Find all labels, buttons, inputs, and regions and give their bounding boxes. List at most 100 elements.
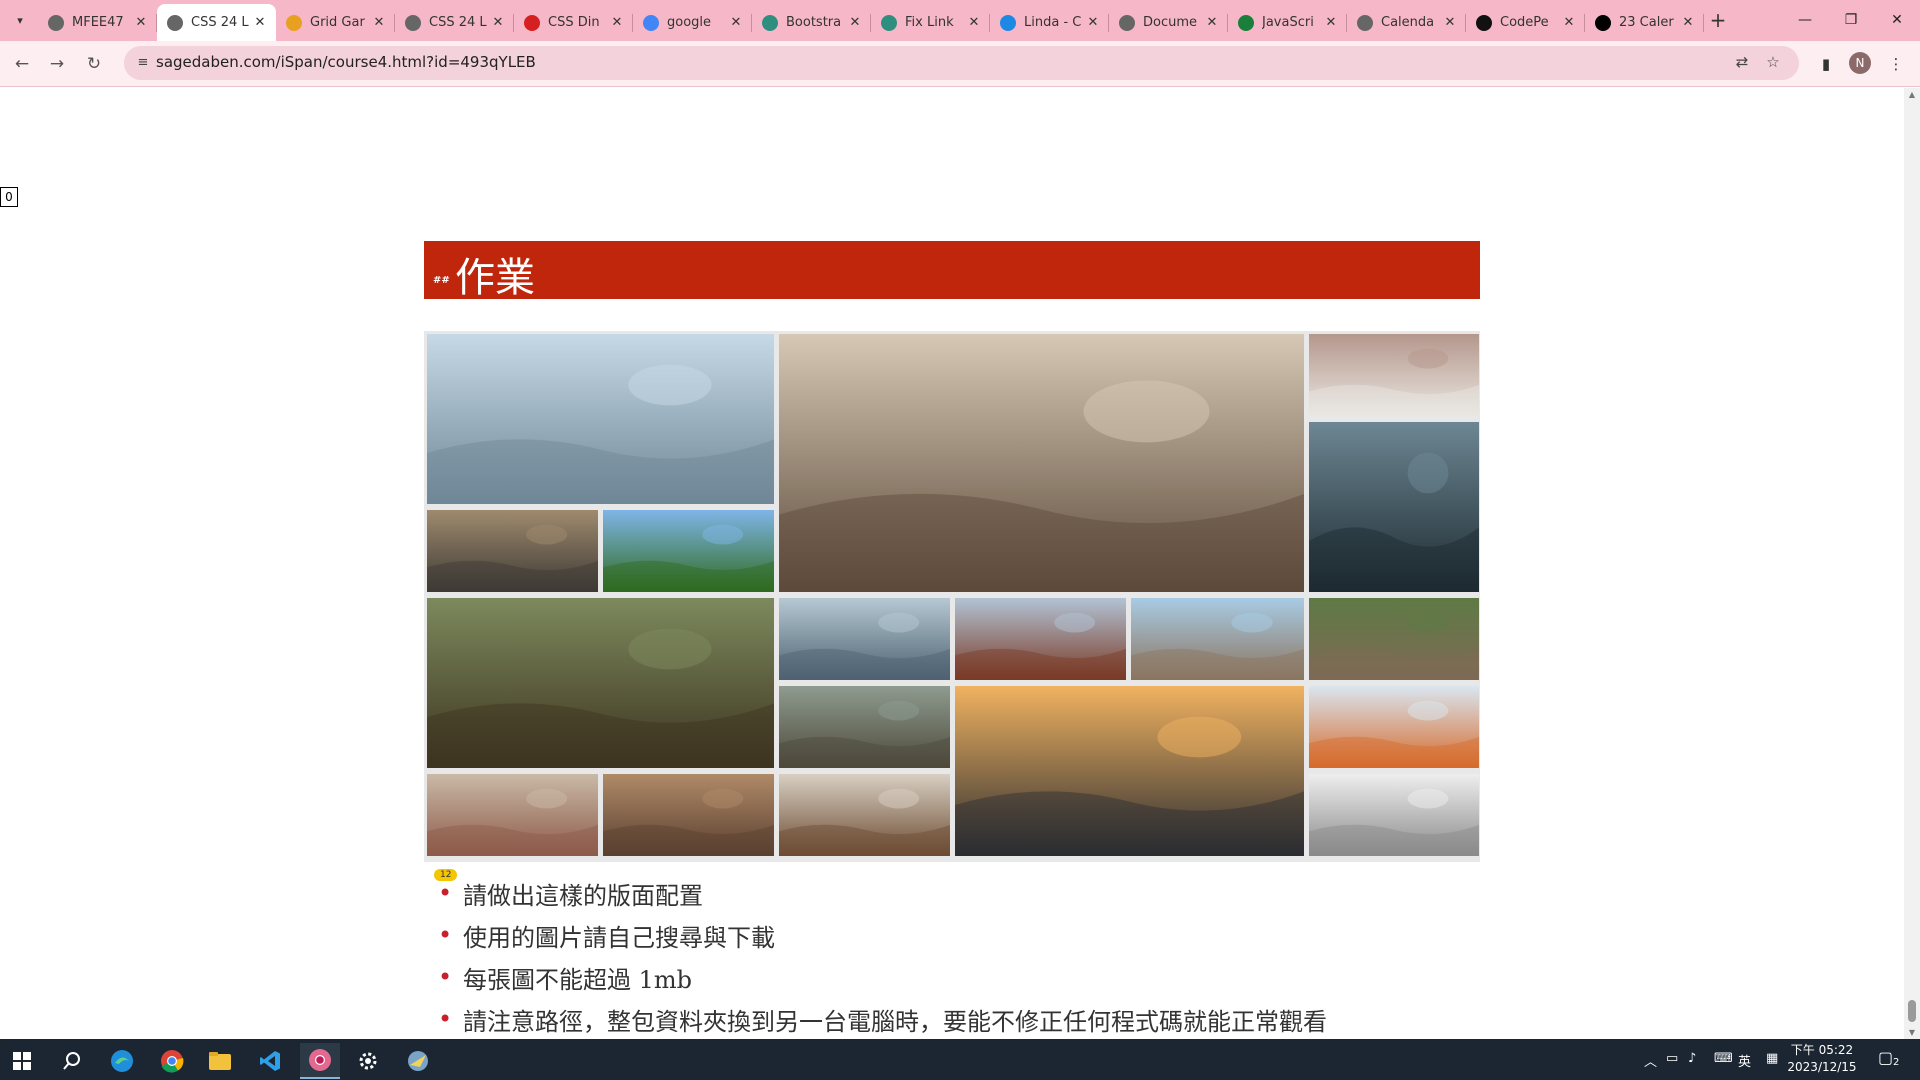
tab-9[interactable]: Docume ✕ bbox=[1109, 4, 1228, 41]
globe-icon bbox=[405, 14, 421, 31]
tab-close-icon[interactable]: ✕ bbox=[252, 15, 268, 30]
tab-4[interactable]: CSS Din ✕ bbox=[514, 4, 633, 41]
tab-title: JavaScri bbox=[1262, 15, 1314, 30]
restore-icon[interactable]: ❐ bbox=[1828, 0, 1874, 41]
browser-toolbar: ← → ↻ ≡ sagedaben.com/iSpan/course4.html… bbox=[0, 41, 1920, 87]
bookmark-star-icon[interactable]: ☆ bbox=[1762, 53, 1784, 73]
globe-icon bbox=[1119, 14, 1135, 31]
w-logo-icon bbox=[1238, 14, 1254, 31]
chrome-profile-icon[interactable] bbox=[300, 1043, 340, 1079]
new-tab-button[interactable]: + bbox=[1705, 8, 1731, 34]
list-item: • 使用的圖片請自己搜尋與下載 bbox=[438, 920, 775, 952]
site-info-icon[interactable]: ≡ bbox=[134, 54, 152, 72]
chrome-icon[interactable] bbox=[152, 1043, 192, 1079]
app-icon[interactable] bbox=[398, 1043, 438, 1079]
photo-grid bbox=[424, 331, 1480, 862]
tab-title: Docume bbox=[1143, 15, 1198, 30]
tab-close-icon[interactable]: ✕ bbox=[1680, 15, 1696, 30]
tab-close-icon[interactable]: ✕ bbox=[1204, 15, 1220, 30]
network-icon[interactable]: ▭ bbox=[1666, 1051, 1678, 1066]
tab-3[interactable]: CSS 24 L ✕ bbox=[395, 4, 514, 41]
tab-close-icon[interactable]: ✕ bbox=[847, 15, 863, 30]
photo-dont-stand-there bbox=[779, 774, 950, 856]
tab-10[interactable]: JavaScri ✕ bbox=[1228, 4, 1347, 41]
menu-icon[interactable]: ⋮ bbox=[1884, 52, 1908, 76]
file-explorer-icon[interactable] bbox=[200, 1043, 240, 1079]
photo-orange-tree bbox=[603, 510, 774, 592]
slide-number: 0 bbox=[0, 187, 18, 207]
tab-5[interactable]: google ✕ bbox=[633, 4, 752, 41]
tab-strip: ▾ MFEE47 ✕ CSS 24 L ✕ Grid Gar ✕ CSS 24 L ✕ CSS … bbox=[0, 0, 1920, 41]
settings-icon[interactable] bbox=[348, 1043, 388, 1079]
red-logo-icon bbox=[524, 14, 540, 31]
ime-indicator[interactable]: 英 bbox=[1738, 1051, 1751, 1070]
page-viewport: 0 ## 作業 12 • 請做出這樣的版面配置 • 使用的圖片請自己搜尋與下載 • 每… bbox=[0, 88, 1904, 1039]
photo-white-jeep bbox=[1309, 334, 1479, 416]
tab-title: 23 Caler bbox=[1619, 15, 1674, 30]
clock-date: 2023/12/15 bbox=[1787, 1060, 1857, 1074]
vertical-scrollbar[interactable]: ▲ ▼ bbox=[1904, 88, 1920, 1039]
section-heading: ## 作業 bbox=[424, 241, 1480, 301]
vscode-icon[interactable] bbox=[250, 1043, 290, 1079]
address-bar[interactable]: ≡ sagedaben.com/iSpan/course4.html?id=49… bbox=[124, 46, 1799, 80]
tab-close-icon[interactable]: ✕ bbox=[1561, 15, 1577, 30]
tab-close-icon[interactable]: ✕ bbox=[1085, 15, 1101, 30]
tab-1[interactable]: CSS 24 L ✕ bbox=[157, 4, 276, 41]
photo-plane-wreck bbox=[1309, 422, 1479, 592]
tab-close-icon[interactable]: ✕ bbox=[609, 15, 625, 30]
tab-7[interactable]: Fix Link ✕ bbox=[871, 4, 990, 41]
scroll-up-icon[interactable]: ▲ bbox=[1908, 90, 1916, 99]
profile-avatar[interactable]: N bbox=[1849, 52, 1873, 76]
tab-6[interactable]: Bootstra ✕ bbox=[752, 4, 871, 41]
tab-search-icon[interactable]: ▾ bbox=[8, 8, 32, 32]
close-window-icon[interactable]: ✕ bbox=[1874, 0, 1920, 41]
photo-cafe-man bbox=[779, 334, 1304, 592]
tab-13[interactable]: 23 Caler ✕ bbox=[1585, 4, 1704, 41]
bullet-icon: • bbox=[438, 920, 453, 949]
carrot-icon bbox=[286, 14, 302, 31]
tab-close-icon[interactable]: ✕ bbox=[966, 15, 982, 30]
forward-icon[interactable]: → bbox=[43, 50, 71, 78]
photo-hot-spring bbox=[427, 334, 774, 504]
tab-title: google bbox=[667, 15, 712, 30]
tab-close-icon[interactable]: ✕ bbox=[490, 15, 506, 30]
url-text[interactable]: sagedaben.com/iSpan/course4.html?id=493q… bbox=[156, 53, 536, 71]
tab-close-icon[interactable]: ✕ bbox=[371, 15, 387, 30]
tab-title: Linda - C bbox=[1024, 15, 1082, 30]
back-icon[interactable]: ← bbox=[8, 50, 36, 78]
photo-rocky-shore bbox=[427, 510, 598, 592]
tab-close-icon[interactable]: ✕ bbox=[728, 15, 744, 30]
list-item: • 請做出這樣的版面配置 bbox=[438, 878, 703, 910]
scroll-thumb[interactable] bbox=[1908, 1000, 1916, 1022]
tab-close-icon[interactable]: ✕ bbox=[133, 15, 149, 30]
tab-2[interactable]: Grid Gar ✕ bbox=[276, 4, 395, 41]
globe-icon bbox=[1357, 14, 1373, 31]
notification-icon[interactable]: ▢ bbox=[1878, 1048, 1893, 1067]
side-panel-icon[interactable]: ▮ bbox=[1814, 52, 1838, 76]
reload-icon[interactable]: ↻ bbox=[80, 50, 108, 78]
search-icon[interactable] bbox=[52, 1043, 92, 1079]
tray-overflow-icon[interactable]: ︿ bbox=[1644, 1051, 1657, 1070]
clock[interactable]: 下午 05:22 2023/12/15 bbox=[1782, 1042, 1862, 1076]
tab-title: Fix Link bbox=[905, 15, 954, 30]
tab-title: Grid Gar bbox=[310, 15, 365, 30]
calendar-grid-icon[interactable]: ▦ bbox=[1766, 1051, 1778, 1066]
codepen-icon bbox=[1476, 14, 1492, 31]
keyboard-icon[interactable]: ⌨ bbox=[1714, 1051, 1733, 1066]
windows-start-icon[interactable] bbox=[2, 1043, 42, 1079]
translate-icon[interactable]: ⇄ bbox=[1731, 53, 1753, 73]
edge-icon[interactable] bbox=[102, 1043, 142, 1079]
bullet-icon: • bbox=[438, 878, 453, 907]
tab-8[interactable]: Linda - C ✕ bbox=[990, 4, 1109, 41]
tab-12[interactable]: CodePe ✕ bbox=[1466, 4, 1585, 41]
tab-title: CSS 24 L bbox=[191, 15, 249, 30]
tab-11[interactable]: Calenda ✕ bbox=[1347, 4, 1466, 41]
globe-icon bbox=[48, 14, 64, 31]
scroll-down-icon[interactable]: ▼ bbox=[1908, 1028, 1916, 1037]
medium-icon bbox=[1595, 14, 1611, 31]
tab-close-icon[interactable]: ✕ bbox=[1323, 15, 1339, 30]
tab-0[interactable]: MFEE47 ✕ bbox=[38, 4, 157, 41]
minimize-icon[interactable]: — bbox=[1782, 0, 1828, 41]
tab-close-icon[interactable]: ✕ bbox=[1442, 15, 1458, 30]
volume-icon[interactable]: ♪ bbox=[1688, 1051, 1696, 1066]
